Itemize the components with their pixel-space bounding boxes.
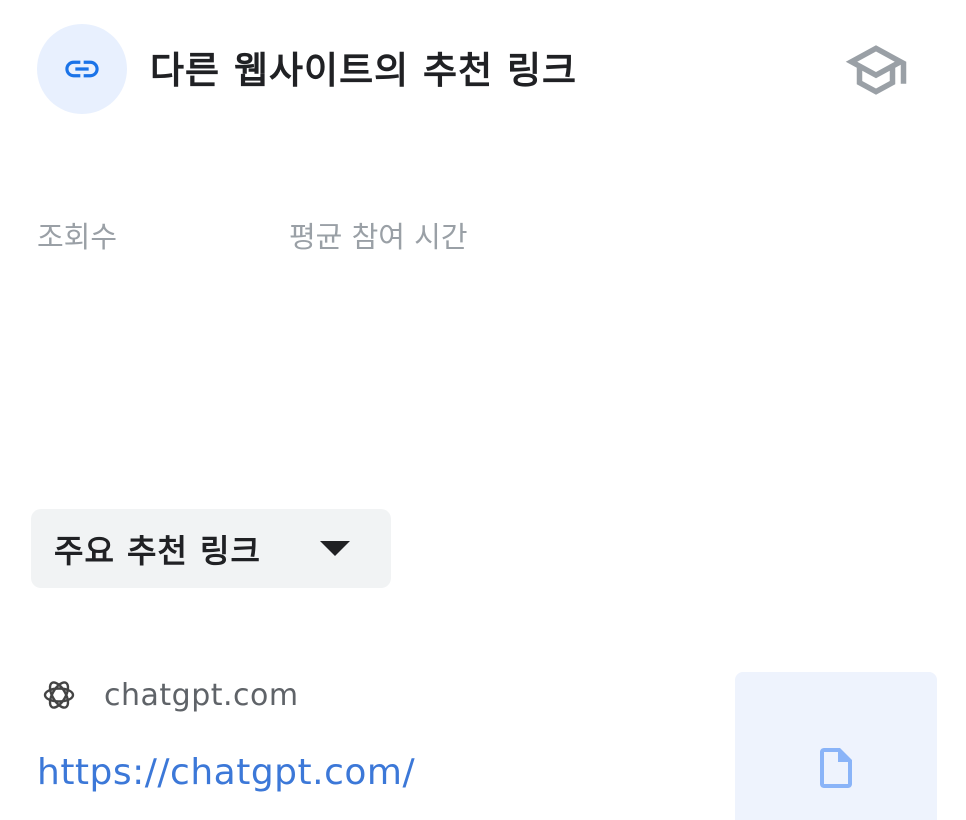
- link-icon-badge: [37, 24, 127, 114]
- referral-type-dropdown[interactable]: 주요 추천 링크: [31, 509, 391, 588]
- link-icon: [65, 60, 99, 78]
- arrow-drop-down-icon: [320, 541, 350, 556]
- referrer-site-row: chatgpt.com: [40, 672, 299, 718]
- chatgpt-logo-icon: [40, 676, 78, 714]
- referrer-domain: chatgpt.com: [104, 677, 299, 713]
- referrer-url-link[interactable]: https://chatgpt.com/: [37, 752, 415, 793]
- page-thumbnail[interactable]: [735, 672, 937, 820]
- school-icon: [845, 45, 907, 95]
- views-label: 조회수: [37, 220, 118, 254]
- dropdown-selected-label: 주요 추천 링크: [54, 531, 261, 570]
- referral-links-card: 다른 웹사이트의 추천 링크 조회수 평균 참여 시간 주요 추천 링크 cha…: [0, 0, 966, 820]
- card-title: 다른 웹사이트의 추천 링크: [150, 49, 578, 92]
- learn-more-button[interactable]: [838, 38, 914, 102]
- document-icon: [820, 748, 852, 788]
- avg-engagement-label: 평균 참여 시간: [289, 220, 468, 254]
